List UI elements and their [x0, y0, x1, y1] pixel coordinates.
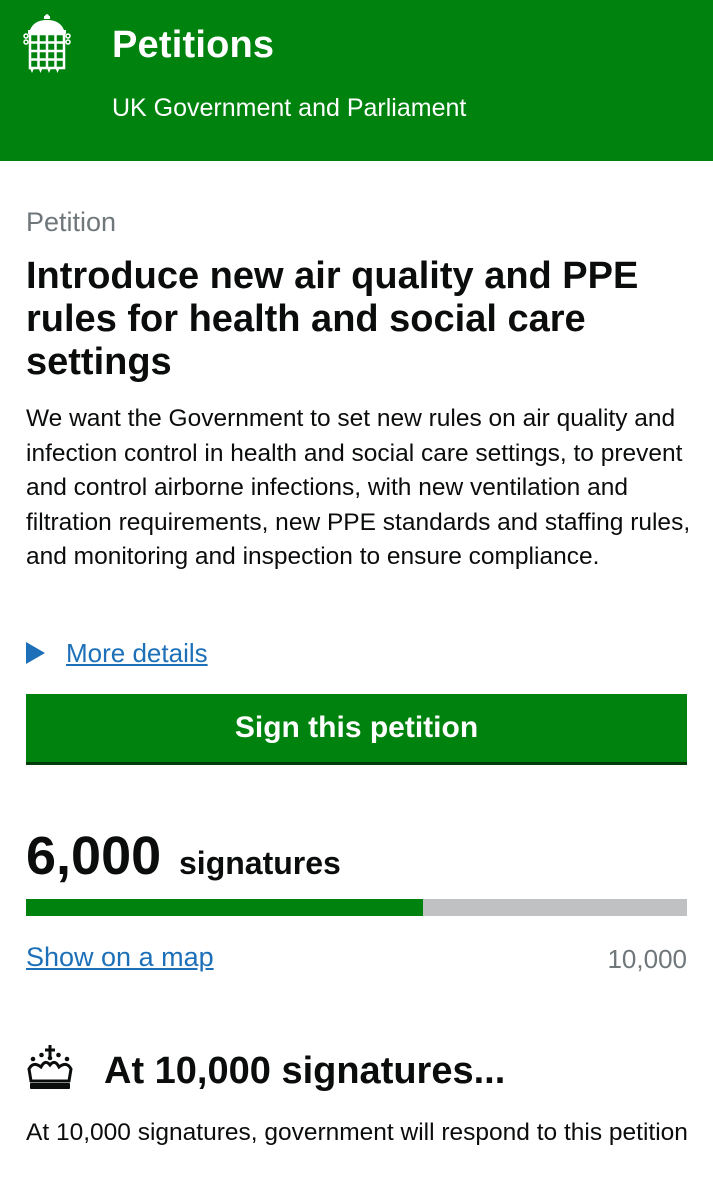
site-title-link[interactable]: Petitions — [112, 24, 274, 67]
site-header: Petitions UK Government and Parliament — [0, 0, 713, 161]
milestone-description: At 10,000 signatures, government will re… — [26, 1119, 688, 1146]
signature-count: 6,000 — [26, 826, 162, 886]
site-subtitle: UK Government and Parliament — [112, 94, 467, 122]
signature-progress-bar — [26, 899, 687, 916]
crown-icon — [27, 1045, 73, 1089]
more-details-link[interactable]: More details — [66, 638, 208, 669]
show-on-map-link[interactable]: Show on a map — [26, 942, 214, 973]
more-details-toggle[interactable]: More details — [26, 636, 208, 670]
sign-petition-button[interactable]: Sign this petition — [26, 694, 687, 762]
portcullis-icon[interactable] — [22, 14, 72, 74]
petition-caption: Petition — [26, 207, 117, 237]
signature-label: signatures — [179, 845, 341, 881]
milestone-title: At 10,000 signatures... — [104, 1050, 506, 1092]
signature-progress-fill — [26, 899, 423, 916]
triangle-right-icon — [26, 642, 45, 664]
signature-threshold: 10,000 — [607, 944, 687, 974]
petition-description: We want the Government to set new rules … — [26, 405, 691, 570]
petition-title: Introduce new air quality and PPE rules … — [26, 255, 639, 383]
